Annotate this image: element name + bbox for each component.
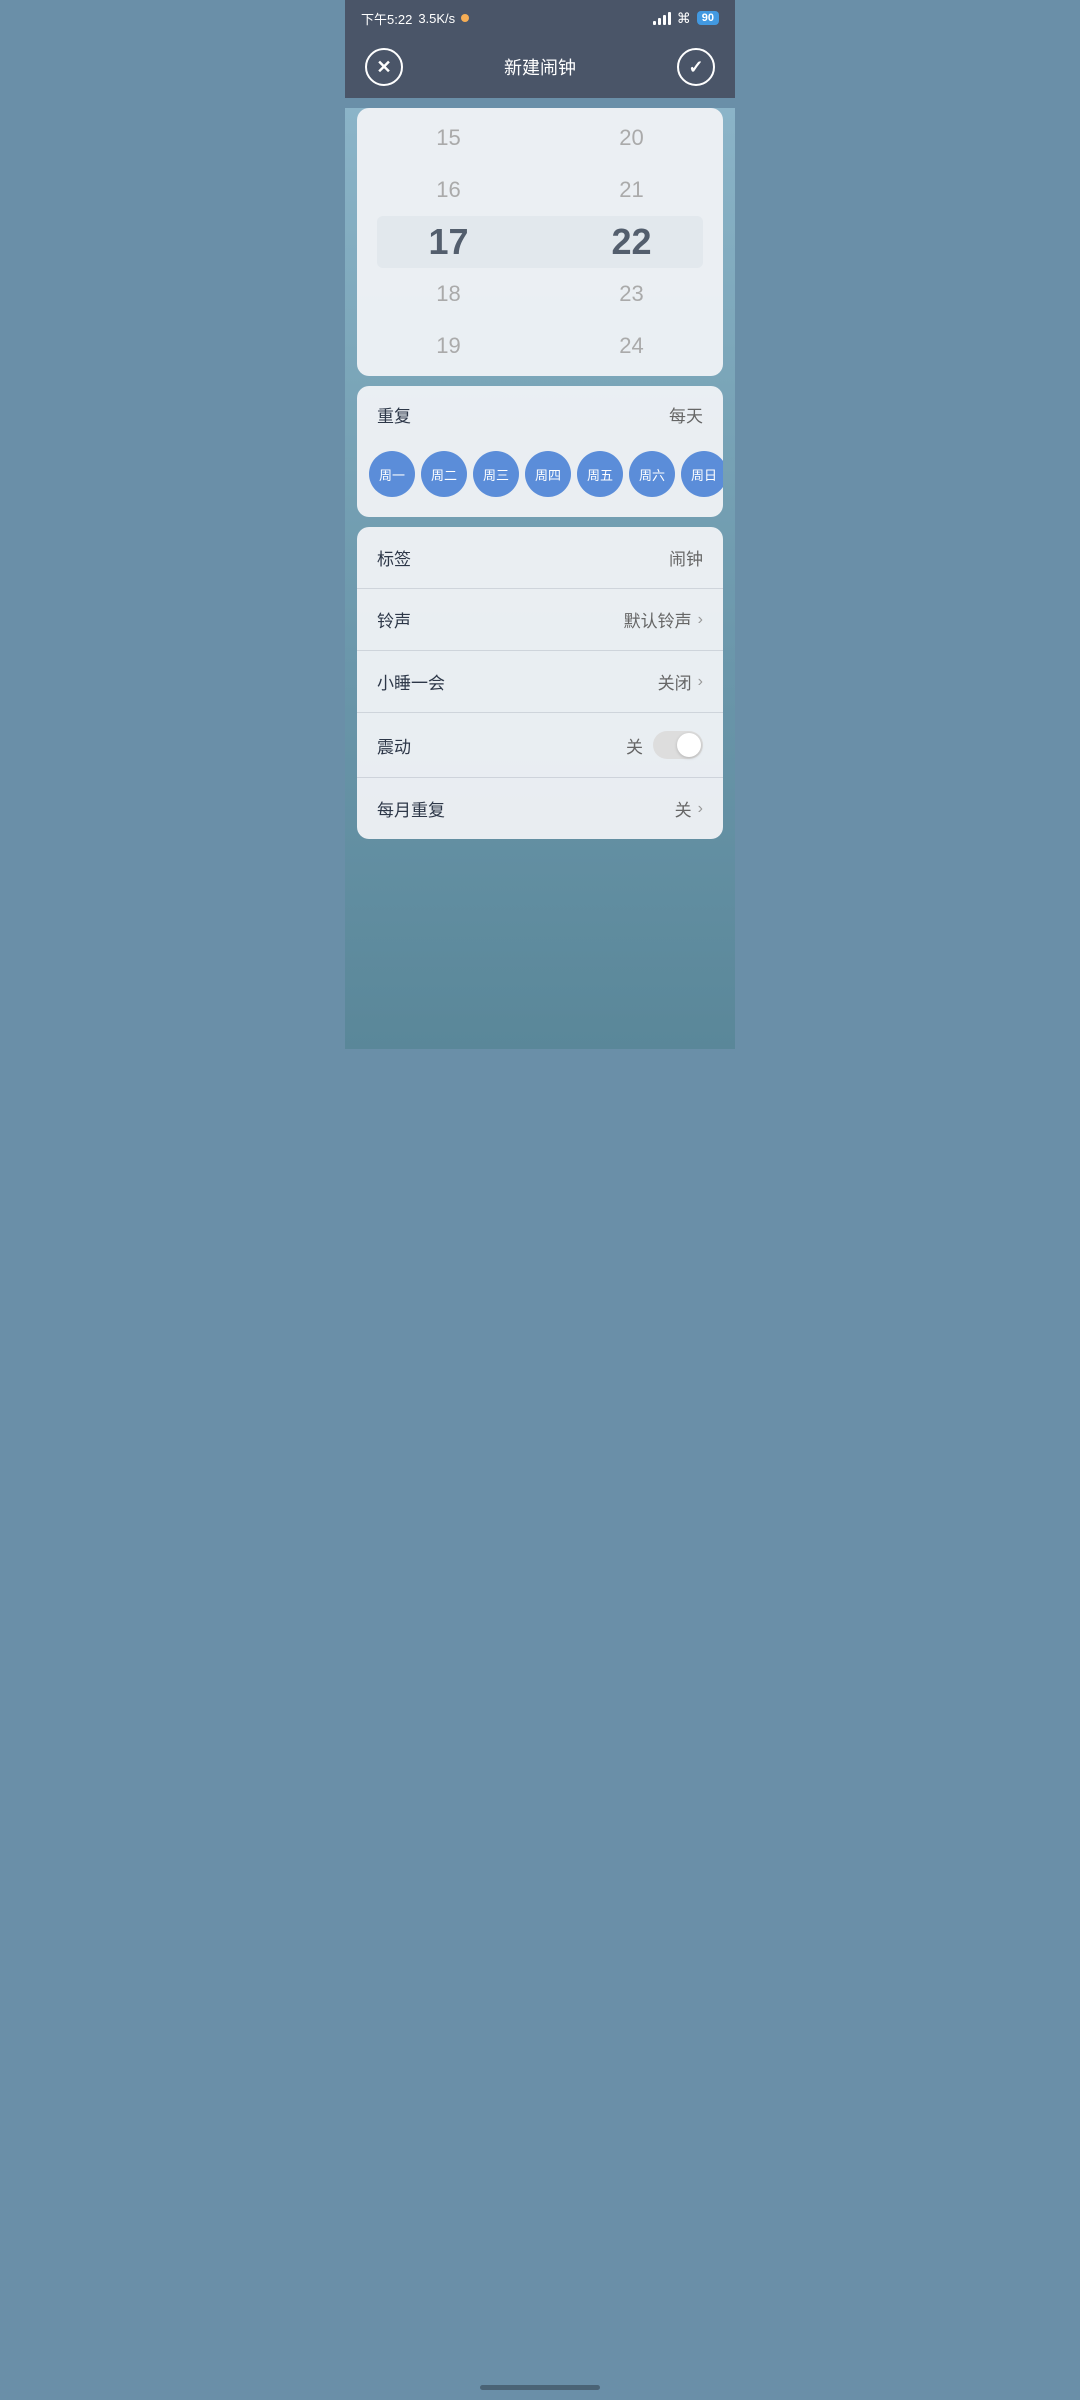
minute-column[interactable]: 20 21 22 23 24	[540, 108, 723, 376]
status-right: ⌘ 90	[653, 10, 719, 27]
status-time: 下午5:22	[361, 9, 412, 28]
repeat-value: 每天	[669, 402, 703, 427]
minute-item-selected: 22	[540, 216, 723, 268]
time-picker-card: 15 16 17 18 19 20 21 22 23 24	[357, 108, 723, 376]
ringtone-chevron: ›	[698, 611, 703, 629]
monthly-value-row: 关 ›	[675, 796, 703, 821]
settings-card: 标签 闹钟 铃声 默认铃声 › 小睡一会 关闭 › 震动 关	[357, 527, 723, 839]
status-speed: 3.5K/s	[418, 11, 455, 26]
snooze-chevron: ›	[698, 673, 703, 691]
weekday-fri[interactable]: 周五	[577, 451, 623, 497]
hour-column[interactable]: 15 16 17 18 19	[357, 108, 540, 376]
weekday-mon[interactable]: 周一	[369, 451, 415, 497]
weekdays-row: 周一 周二 周三 周四 周五 周六 周日	[357, 443, 723, 517]
status-left: 下午5:22 3.5K/s	[361, 9, 469, 28]
weekday-sun[interactable]: 周日	[681, 451, 723, 497]
hour-item-4: 19	[357, 320, 540, 372]
hour-item-0: 15	[357, 112, 540, 164]
minute-item-4: 24	[540, 320, 723, 372]
close-icon: ✕	[376, 57, 391, 78]
repeat-row[interactable]: 重复 每天	[357, 386, 723, 443]
monthly-row[interactable]: 每月重复 关 ›	[357, 778, 723, 839]
vibrate-toggle[interactable]	[653, 731, 703, 759]
time-picker[interactable]: 15 16 17 18 19 20 21 22 23 24	[357, 108, 723, 376]
title-bar: ✕ 新建闹钟 ✓	[345, 36, 735, 98]
vibrate-toggle-container: 关	[626, 731, 703, 759]
tag-row[interactable]: 标签 闹钟	[357, 527, 723, 589]
repeat-label: 重复	[377, 402, 411, 427]
page-title: 新建闹钟	[504, 54, 576, 80]
status-bar: 下午5:22 3.5K/s ⌘ 90	[345, 0, 735, 36]
toggle-knob	[677, 733, 701, 757]
battery-badge: 90	[697, 11, 719, 25]
weekday-sat[interactable]: 周六	[629, 451, 675, 497]
monthly-label: 每月重复	[377, 796, 445, 821]
snooze-value: 关闭	[658, 669, 692, 694]
vibrate-label: 震动	[377, 733, 411, 758]
snooze-row[interactable]: 小睡一会 关闭 ›	[357, 651, 723, 713]
checkmark-icon: ✓	[688, 57, 703, 78]
minute-item-0: 20	[540, 112, 723, 164]
weekday-wed[interactable]: 周三	[473, 451, 519, 497]
ringtone-value-row: 默认铃声 ›	[624, 607, 703, 632]
home-indicator	[480, 2385, 600, 2390]
wifi-icon: ⌘	[677, 10, 691, 27]
ringtone-value: 默认铃声	[624, 607, 692, 632]
vibrate-row[interactable]: 震动 关	[357, 713, 723, 778]
battery-level: 90	[702, 12, 714, 24]
hour-item-3: 18	[357, 268, 540, 320]
repeat-card: 重复 每天 周一 周二 周三 周四 周五 周六 周日	[357, 386, 723, 517]
close-button[interactable]: ✕	[365, 48, 403, 86]
hour-item-1: 16	[357, 164, 540, 216]
tag-value-row: 闹钟	[669, 545, 703, 570]
minute-item-1: 21	[540, 164, 723, 216]
snooze-value-row: 关闭 ›	[658, 669, 703, 694]
ringtone-label: 铃声	[377, 607, 411, 632]
hour-item-selected: 17	[357, 216, 540, 268]
vibrate-value: 关	[626, 733, 643, 758]
confirm-button[interactable]: ✓	[677, 48, 715, 86]
monthly-value: 关	[675, 796, 692, 821]
tag-value: 闹钟	[669, 545, 703, 570]
snooze-label: 小睡一会	[377, 669, 445, 694]
tag-label: 标签	[377, 545, 411, 570]
status-dot	[461, 14, 469, 22]
weekday-tue[interactable]: 周二	[421, 451, 467, 497]
content-area: 15 16 17 18 19 20 21 22 23 24 重复 每天 周一	[345, 108, 735, 1049]
ringtone-row[interactable]: 铃声 默认铃声 ›	[357, 589, 723, 651]
signal-icon	[653, 11, 671, 25]
minute-item-3: 23	[540, 268, 723, 320]
weekday-thu[interactable]: 周四	[525, 451, 571, 497]
background-spacer	[345, 849, 735, 1049]
monthly-chevron: ›	[698, 800, 703, 818]
